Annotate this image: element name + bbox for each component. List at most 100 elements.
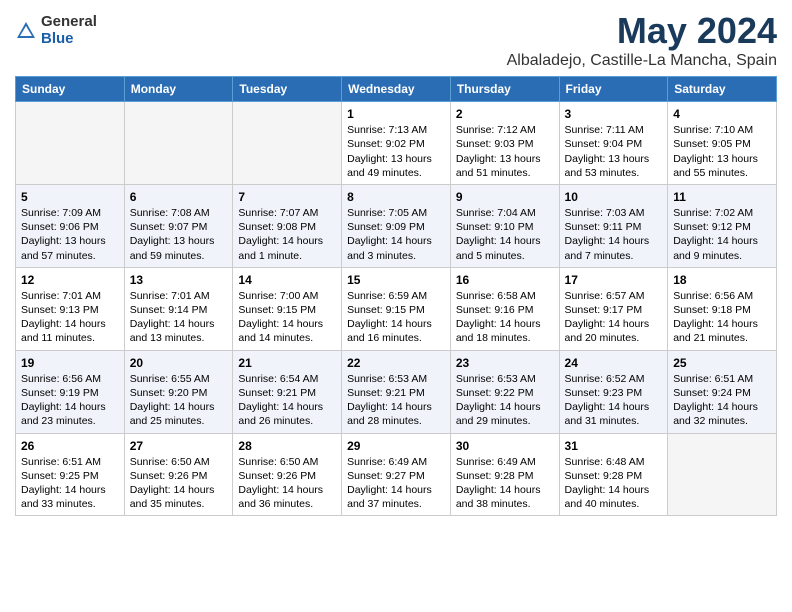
calendar-day: 4Sunrise: 7:10 AMSunset: 9:05 PMDaylight… [668, 102, 777, 185]
sunrise-text: Sunrise: 7:05 AM [347, 206, 445, 220]
sunset-text: Sunset: 9:04 PM [565, 137, 663, 151]
sunset-text: Sunset: 9:05 PM [673, 137, 771, 151]
day-number: 15 [347, 272, 445, 288]
sunrise-text: Sunrise: 6:57 AM [565, 289, 663, 303]
calendar-day: 23Sunrise: 6:53 AMSunset: 9:22 PMDayligh… [450, 350, 559, 433]
daylight-text: Daylight: 14 hours and 37 minutes. [347, 483, 445, 511]
daylight-text: Daylight: 14 hours and 21 minutes. [673, 317, 771, 345]
day-header-saturday: Saturday [668, 77, 777, 102]
daylight-text: Daylight: 14 hours and 26 minutes. [238, 400, 336, 428]
sunset-text: Sunset: 9:24 PM [673, 386, 771, 400]
daylight-text: Daylight: 14 hours and 14 minutes. [238, 317, 336, 345]
calendar-body: 1Sunrise: 7:13 AMSunset: 9:02 PMDaylight… [16, 102, 777, 516]
daylight-text: Daylight: 14 hours and 25 minutes. [130, 400, 228, 428]
sunrise-text: Sunrise: 7:08 AM [130, 206, 228, 220]
day-number: 1 [347, 106, 445, 122]
daylight-text: Daylight: 14 hours and 9 minutes. [673, 234, 771, 262]
daylight-text: Daylight: 14 hours and 28 minutes. [347, 400, 445, 428]
sunset-text: Sunset: 9:15 PM [238, 303, 336, 317]
sunset-text: Sunset: 9:26 PM [238, 469, 336, 483]
sunrise-text: Sunrise: 6:53 AM [456, 372, 554, 386]
days-header-row: SundayMondayTuesdayWednesdayThursdayFrid… [16, 77, 777, 102]
day-header-thursday: Thursday [450, 77, 559, 102]
logo-text: General Blue [41, 14, 97, 47]
sunset-text: Sunset: 9:13 PM [21, 303, 119, 317]
calendar-header: SundayMondayTuesdayWednesdayThursdayFrid… [16, 77, 777, 102]
sunrise-text: Sunrise: 7:10 AM [673, 123, 771, 137]
day-number: 16 [456, 272, 554, 288]
logo-general: General [41, 14, 97, 31]
day-header-monday: Monday [124, 77, 233, 102]
day-number: 30 [456, 438, 554, 454]
calendar-day: 22Sunrise: 6:53 AMSunset: 9:21 PMDayligh… [342, 350, 451, 433]
sunset-text: Sunset: 9:16 PM [456, 303, 554, 317]
sunrise-text: Sunrise: 6:49 AM [456, 455, 554, 469]
calendar-day [233, 102, 342, 185]
day-number: 4 [673, 106, 771, 122]
daylight-text: Daylight: 13 hours and 59 minutes. [130, 234, 228, 262]
day-number: 26 [21, 438, 119, 454]
calendar-day: 12Sunrise: 7:01 AMSunset: 9:13 PMDayligh… [16, 267, 125, 350]
calendar-day: 17Sunrise: 6:57 AMSunset: 9:17 PMDayligh… [559, 267, 668, 350]
calendar-week-1: 1Sunrise: 7:13 AMSunset: 9:02 PMDaylight… [16, 102, 777, 185]
day-number: 18 [673, 272, 771, 288]
day-number: 8 [347, 189, 445, 205]
sunrise-text: Sunrise: 7:04 AM [456, 206, 554, 220]
calendar-day: 29Sunrise: 6:49 AMSunset: 9:27 PMDayligh… [342, 433, 451, 516]
day-number: 3 [565, 106, 663, 122]
calendar-table: SundayMondayTuesdayWednesdayThursdayFrid… [15, 76, 777, 516]
calendar-day: 21Sunrise: 6:54 AMSunset: 9:21 PMDayligh… [233, 350, 342, 433]
sunrise-text: Sunrise: 7:12 AM [456, 123, 554, 137]
day-header-tuesday: Tuesday [233, 77, 342, 102]
daylight-text: Daylight: 13 hours and 49 minutes. [347, 152, 445, 180]
calendar-day: 31Sunrise: 6:48 AMSunset: 9:28 PMDayligh… [559, 433, 668, 516]
sunset-text: Sunset: 9:19 PM [21, 386, 119, 400]
daylight-text: Daylight: 14 hours and 32 minutes. [673, 400, 771, 428]
daylight-text: Daylight: 14 hours and 33 minutes. [21, 483, 119, 511]
calendar-day: 2Sunrise: 7:12 AMSunset: 9:03 PMDaylight… [450, 102, 559, 185]
logo: General Blue [15, 14, 97, 47]
page-header: General Blue May 2024 Albaladejo, Castil… [15, 10, 777, 70]
calendar-day: 1Sunrise: 7:13 AMSunset: 9:02 PMDaylight… [342, 102, 451, 185]
daylight-text: Daylight: 14 hours and 20 minutes. [565, 317, 663, 345]
daylight-text: Daylight: 13 hours and 51 minutes. [456, 152, 554, 180]
day-number: 14 [238, 272, 336, 288]
calendar-day: 25Sunrise: 6:51 AMSunset: 9:24 PMDayligh… [668, 350, 777, 433]
day-number: 28 [238, 438, 336, 454]
sunset-text: Sunset: 9:15 PM [347, 303, 445, 317]
sunrise-text: Sunrise: 6:59 AM [347, 289, 445, 303]
daylight-text: Daylight: 14 hours and 35 minutes. [130, 483, 228, 511]
sunset-text: Sunset: 9:27 PM [347, 469, 445, 483]
daylight-text: Daylight: 14 hours and 16 minutes. [347, 317, 445, 345]
daylight-text: Daylight: 14 hours and 36 minutes. [238, 483, 336, 511]
day-number: 31 [565, 438, 663, 454]
sunset-text: Sunset: 9:25 PM [21, 469, 119, 483]
calendar-day: 14Sunrise: 7:00 AMSunset: 9:15 PMDayligh… [233, 267, 342, 350]
day-number: 2 [456, 106, 554, 122]
sunset-text: Sunset: 9:07 PM [130, 220, 228, 234]
sunset-text: Sunset: 9:18 PM [673, 303, 771, 317]
sunrise-text: Sunrise: 7:00 AM [238, 289, 336, 303]
day-number: 11 [673, 189, 771, 205]
sunrise-text: Sunrise: 6:52 AM [565, 372, 663, 386]
sunset-text: Sunset: 9:21 PM [238, 386, 336, 400]
month-title: May 2024 [507, 10, 777, 52]
calendar-day: 24Sunrise: 6:52 AMSunset: 9:23 PMDayligh… [559, 350, 668, 433]
day-number: 19 [21, 355, 119, 371]
day-number: 5 [21, 189, 119, 205]
day-number: 13 [130, 272, 228, 288]
sunrise-text: Sunrise: 7:13 AM [347, 123, 445, 137]
calendar-day: 11Sunrise: 7:02 AMSunset: 9:12 PMDayligh… [668, 184, 777, 267]
sunrise-text: Sunrise: 6:51 AM [673, 372, 771, 386]
sunrise-text: Sunrise: 6:56 AM [673, 289, 771, 303]
sunset-text: Sunset: 9:08 PM [238, 220, 336, 234]
sunset-text: Sunset: 9:06 PM [21, 220, 119, 234]
sunrise-text: Sunrise: 7:01 AM [21, 289, 119, 303]
sunset-text: Sunset: 9:20 PM [130, 386, 228, 400]
calendar-day: 27Sunrise: 6:50 AMSunset: 9:26 PMDayligh… [124, 433, 233, 516]
daylight-text: Daylight: 14 hours and 23 minutes. [21, 400, 119, 428]
sunrise-text: Sunrise: 6:58 AM [456, 289, 554, 303]
sunrise-text: Sunrise: 6:53 AM [347, 372, 445, 386]
calendar-day: 18Sunrise: 6:56 AMSunset: 9:18 PMDayligh… [668, 267, 777, 350]
day-number: 23 [456, 355, 554, 371]
